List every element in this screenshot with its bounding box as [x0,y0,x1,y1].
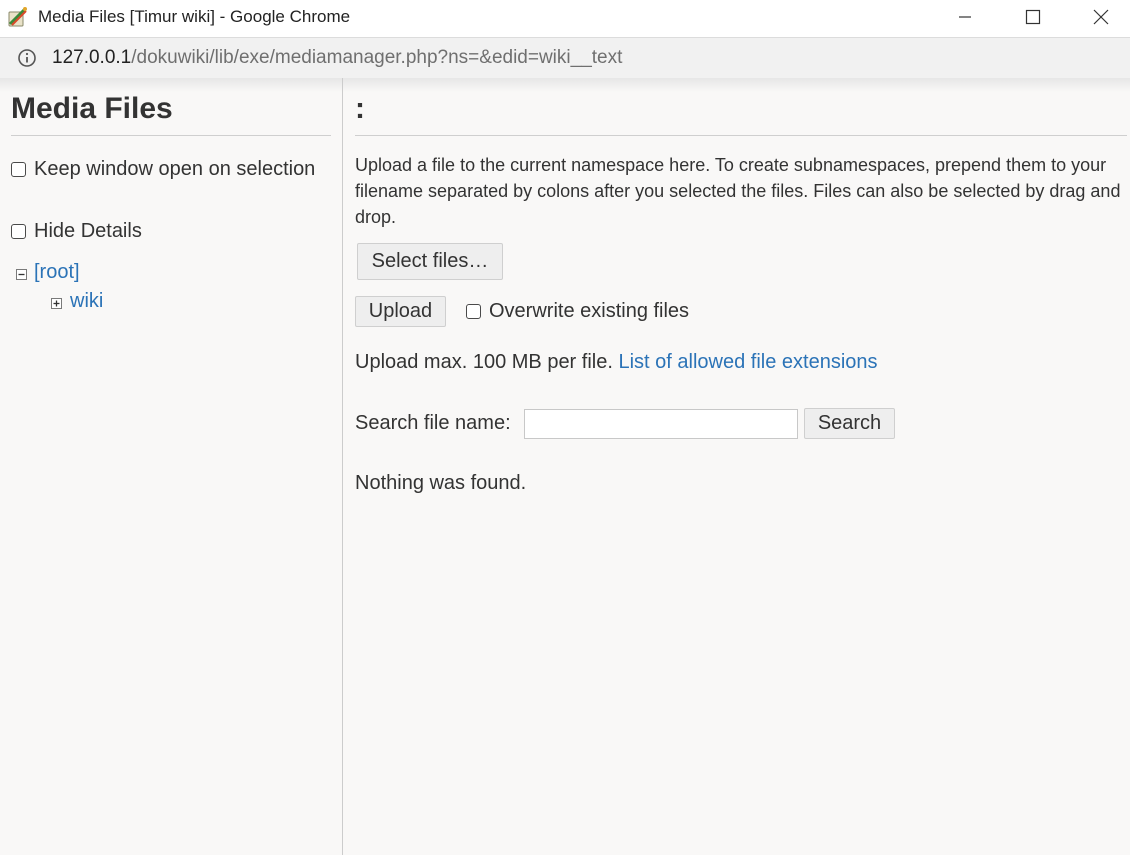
namespace-title: : [355,92,365,125]
main-divider [355,135,1127,136]
keep-window-open-checkbox[interactable] [11,162,26,177]
minimize-icon [959,16,971,18]
tree-item-wiki[interactable]: wiki [70,290,103,313]
window-title-bar: Media Files [Timur wiki] - Google Chrome [0,0,1130,36]
address-bar[interactable]: 127.0.0.1/dokuwiki/lib/exe/mediamanager.… [0,37,1130,79]
upload-button[interactable]: Upload [355,296,446,327]
hide-details-option[interactable]: Hide Details [11,216,142,247]
select-files-button[interactable]: Select files… [357,243,503,280]
expand-icon[interactable] [51,298,62,309]
url-host: 127.0.0.1 [52,47,132,68]
keep-window-open-label: Keep window open on selection [34,158,316,180]
info-icon[interactable] [17,48,37,68]
media-manager-page: Media Files Keep window open on selectio… [0,78,1130,855]
allowed-extensions-link[interactable]: List of allowed file extensions [618,351,877,373]
keep-window-open-option[interactable]: Keep window open on selection [11,154,331,185]
collapse-icon[interactable] [16,269,27,280]
url-text[interactable]: 127.0.0.1/dokuwiki/lib/exe/mediamanager.… [52,47,622,69]
upload-intro-text: Upload a file to the current namespace h… [355,155,1121,227]
hide-details-checkbox[interactable] [11,224,26,239]
upload-info: Upload max. 100 MB per file. List of all… [355,351,878,374]
maximize-icon [1025,9,1041,25]
maximize-button[interactable] [1000,0,1066,34]
sidebar-title: Media Files [11,92,173,125]
upload-max-text: Upload max. 100 MB per file. [355,351,613,373]
search-result-text: Nothing was found. [355,472,527,494]
media-main-panel: : Upload a file to the current namespace… [355,78,1127,855]
dokuwiki-app-icon [8,6,28,27]
search-label: Search file name: [355,412,511,434]
minimize-button[interactable] [932,0,998,34]
overwrite-label: Overwrite existing files [489,300,690,322]
media-sidebar: Media Files Keep window open on selectio… [0,78,343,855]
hide-details-label: Hide Details [34,220,142,242]
close-icon [1093,9,1109,25]
overwrite-option[interactable]: Overwrite existing files [466,300,689,323]
sidebar-divider [11,135,331,136]
url-path: /dokuwiki/lib/exe/mediamanager.php?ns=&e… [131,47,623,68]
close-button[interactable] [1068,0,1130,34]
search-input[interactable] [524,409,798,439]
overwrite-checkbox[interactable] [466,304,481,319]
tree-item-root[interactable]: [root] [34,261,80,284]
window-title: Media Files [Timur wiki] - Google Chrome [38,7,351,26]
search-button[interactable]: Search [804,408,895,439]
